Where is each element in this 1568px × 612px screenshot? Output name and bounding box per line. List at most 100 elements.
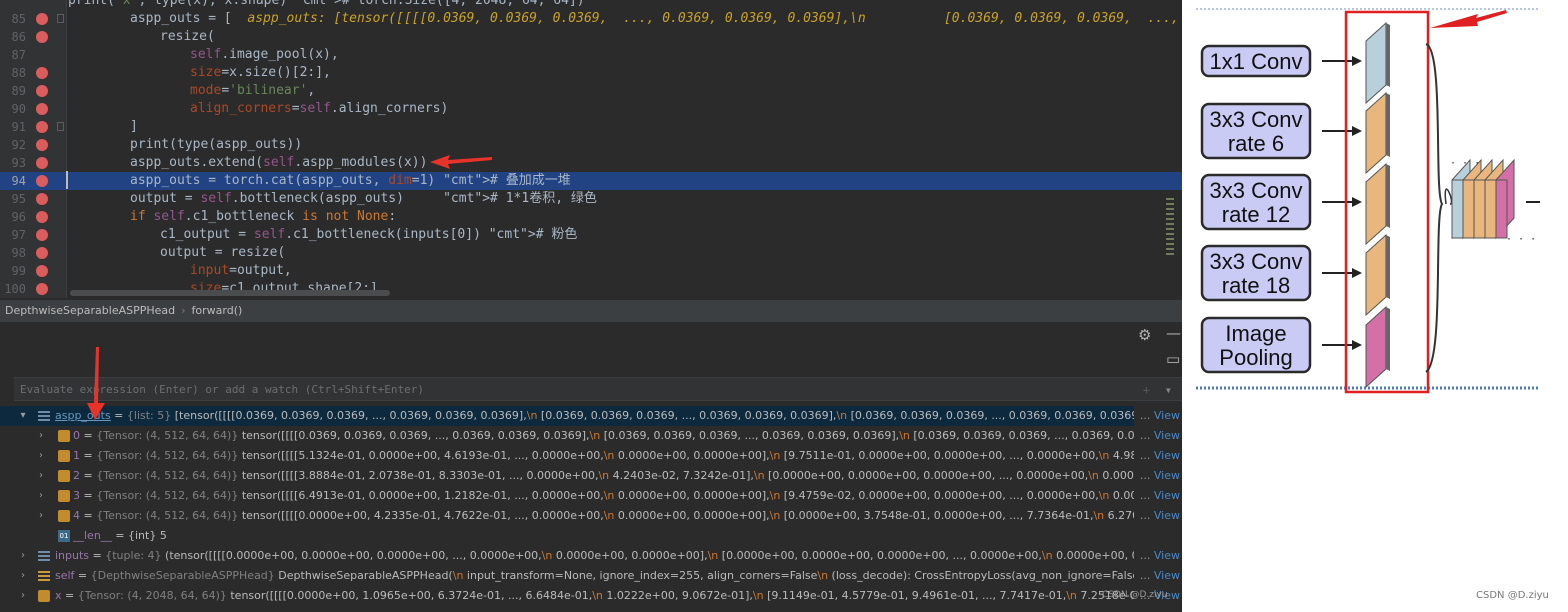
int-icon: 01	[58, 530, 70, 542]
scrollbar-markers	[1166, 198, 1174, 268]
variable-row[interactable]: › inputs = {tuple: 4} (tensor([[[[0.0000e…	[0, 546, 1182, 566]
variable-text: aspp_outs = {list: 5} [tensor([[[[0.0369…	[55, 409, 1182, 422]
code-line[interactable]: 96 if self.c1_bottleneck is not None:	[0, 208, 1182, 226]
line-number: 85	[11, 12, 26, 26]
chevron-right-icon[interactable]: ›	[36, 506, 46, 526]
chevron-right-icon[interactable]: ›	[36, 466, 46, 486]
code-text: output = resize(	[160, 245, 286, 260]
add-watch-icon[interactable]: +	[1143, 378, 1150, 402]
breakpoint-icon[interactable]	[36, 211, 48, 223]
breakpoint-icon[interactable]	[36, 67, 48, 79]
line-number: 86	[11, 30, 26, 44]
variable-row[interactable]: › 2 = {Tensor: (4, 512, 64, 64)} tensor([…	[0, 466, 1182, 486]
breakpoint-icon[interactable]	[36, 265, 48, 277]
code-line[interactable]: 98 output = resize(	[0, 244, 1182, 262]
code-line[interactable]: 97 c1_output = self.c1_bottleneck(inputs[…	[0, 226, 1182, 244]
aspp-diagram-svg: 1x1 Conv3x3 Convrate 63x3 Convrate 123x3…	[1196, 8, 1540, 394]
breakpoint-icon[interactable]	[36, 157, 48, 169]
breadcrumb-method[interactable]: forward()	[192, 304, 243, 317]
code-line[interactable]: 85 aspp_outs = [ aspp_outs: [tensor([[[[0…	[0, 10, 1182, 28]
gear-icon[interactable]: ⚙	[1138, 326, 1151, 344]
code-line[interactable]: 94 aspp_outs = torch.cat(aspp_outs, dim=1…	[0, 172, 1182, 190]
code-editor[interactable]: print("x", type(x), x.shape) "cmt"># tor…	[0, 0, 1182, 298]
variable-row[interactable]: › x = {Tensor: (4, 2048, 64, 64)} tensor(…	[0, 586, 1182, 606]
code-line[interactable]: 86 resize(	[0, 28, 1182, 46]
chevron-right-icon[interactable]: ›	[18, 586, 28, 606]
code-line[interactable]: 95 output = self.bottleneck(aspp_outs) "c…	[0, 190, 1182, 208]
variable-text: __len__ = {int} 5	[73, 529, 167, 542]
variable-row[interactable]: › 1 = {Tensor: (4, 512, 64, 64)} tensor([…	[0, 446, 1182, 466]
variable-row[interactable]: › self = {DepthwiseSeparableASPPHead} Dep…	[0, 566, 1182, 586]
code-line[interactable]: 87 self.image_pool(x),	[0, 46, 1182, 64]
code-text: output = self.bottleneck(aspp_outs) "cmt…	[130, 191, 597, 206]
conv-box-label: rate 12	[1222, 202, 1291, 227]
field-icon	[58, 430, 70, 442]
feature-map	[1365, 91, 1390, 175]
variable-row[interactable]: › 0 = {Tensor: (4, 512, 64, 64)} tensor([…	[0, 426, 1182, 446]
code-line[interactable]: 93 aspp_outs.extend(self.aspp_modules(x))	[0, 154, 1182, 172]
variable-row[interactable]: 01 __len__ = {int} 5	[0, 526, 1182, 546]
code-line[interactable]: 90 align_corners=self.align_corners)	[0, 100, 1182, 118]
breakpoint-icon[interactable]	[36, 229, 48, 241]
view-link[interactable]: ... View	[1134, 506, 1182, 526]
line-number: 94	[11, 174, 26, 188]
ide-window: print("x", type(x), x.shape) "cmt"># tor…	[0, 0, 1182, 612]
minimize-icon[interactable]: —	[1166, 324, 1181, 342]
line-number: 92	[11, 138, 26, 152]
feature-map	[1365, 233, 1390, 317]
breadcrumb-separator: ›	[181, 304, 186, 317]
variable-row[interactable]: › 4 = {Tensor: (4, 512, 64, 64)} tensor([…	[0, 506, 1182, 526]
horizontal-scrollbar[interactable]	[70, 290, 390, 296]
code-line[interactable]: 92 print(type(aspp_outs))	[0, 136, 1182, 154]
view-link[interactable]: ... View	[1134, 406, 1182, 426]
code-line[interactable]: 88 size=x.size()[2:],	[0, 64, 1182, 82]
layout-icon[interactable]: ▭	[1166, 350, 1180, 368]
breakpoint-icon[interactable]	[36, 85, 48, 97]
breakpoint-icon[interactable]	[36, 193, 48, 205]
breakpoint-icon[interactable]	[36, 139, 48, 151]
chevron-right-icon[interactable]: ›	[18, 566, 28, 586]
list-icon	[38, 550, 50, 562]
line-number: 100	[4, 282, 26, 296]
view-link[interactable]: ... View	[1134, 566, 1182, 586]
chevron-right-icon[interactable]: ›	[36, 446, 46, 466]
view-link[interactable]: ... View	[1134, 466, 1182, 486]
fold-marker-icon[interactable]	[57, 122, 64, 131]
variable-row[interactable]: ▾ aspp_outs = {list: 5} [tensor([[[[0.036…	[0, 406, 1182, 426]
breakpoint-icon[interactable]	[36, 31, 48, 43]
evaluate-expression-input[interactable]: Evaluate expression (Enter) or add a wat…	[14, 377, 1182, 401]
fold-marker-icon[interactable]	[57, 14, 64, 23]
variable-text: 3 = {Tensor: (4, 512, 64, 64)} tensor([[…	[73, 489, 1182, 502]
chevron-down-icon[interactable]: ▾	[18, 406, 28, 426]
chevron-right-icon[interactable]: ›	[36, 486, 46, 506]
breadcrumb-class[interactable]: DepthwiseSeparableASPPHead	[5, 304, 175, 317]
code-line[interactable]: 99 input=output,	[0, 262, 1182, 280]
field-icon	[58, 470, 70, 482]
line-number: 90	[11, 102, 26, 116]
breakpoint-icon[interactable]	[36, 103, 48, 115]
history-dropdown-icon[interactable]: ▾	[1165, 378, 1172, 402]
text-cursor	[66, 171, 68, 189]
code-line[interactable]: print("x", type(x), x.shape) "cmt"># tor…	[0, 0, 1182, 10]
conv-box-label: Image	[1225, 321, 1286, 346]
breakpoint-icon[interactable]	[36, 121, 48, 133]
debugger-panel: ⚙ — ▭ Evaluate expression (Enter) or add…	[0, 322, 1182, 612]
breakpoint-icon[interactable]	[36, 13, 48, 25]
view-link[interactable]: ... View	[1134, 426, 1182, 446]
breakpoint-icon[interactable]	[36, 283, 48, 295]
variable-row[interactable]: › 3 = {Tensor: (4, 512, 64, 64)} tensor([…	[0, 486, 1182, 506]
line-number: 97	[11, 228, 26, 242]
chevron-right-icon[interactable]: ›	[36, 426, 46, 446]
chevron-right-icon[interactable]: ›	[18, 546, 28, 566]
breakpoint-icon[interactable]	[36, 247, 48, 259]
breakpoint-icon[interactable]	[36, 175, 48, 187]
view-link[interactable]: ... View	[1134, 446, 1182, 466]
feature-map	[1365, 305, 1390, 389]
red-arrow-annotation-2	[87, 347, 105, 420]
code-line[interactable]: 91]	[0, 118, 1182, 136]
code-line[interactable]: 89 mode='bilinear',	[0, 82, 1182, 100]
variable-text: 2 = {Tensor: (4, 512, 64, 64)} tensor([[…	[73, 469, 1182, 482]
inline-value-hint: aspp_outs: [tensor([[[[0.0369, 0.0369, 0…	[247, 11, 1182, 26]
view-link[interactable]: ... View	[1134, 546, 1182, 566]
view-link[interactable]: ... View	[1134, 486, 1182, 506]
